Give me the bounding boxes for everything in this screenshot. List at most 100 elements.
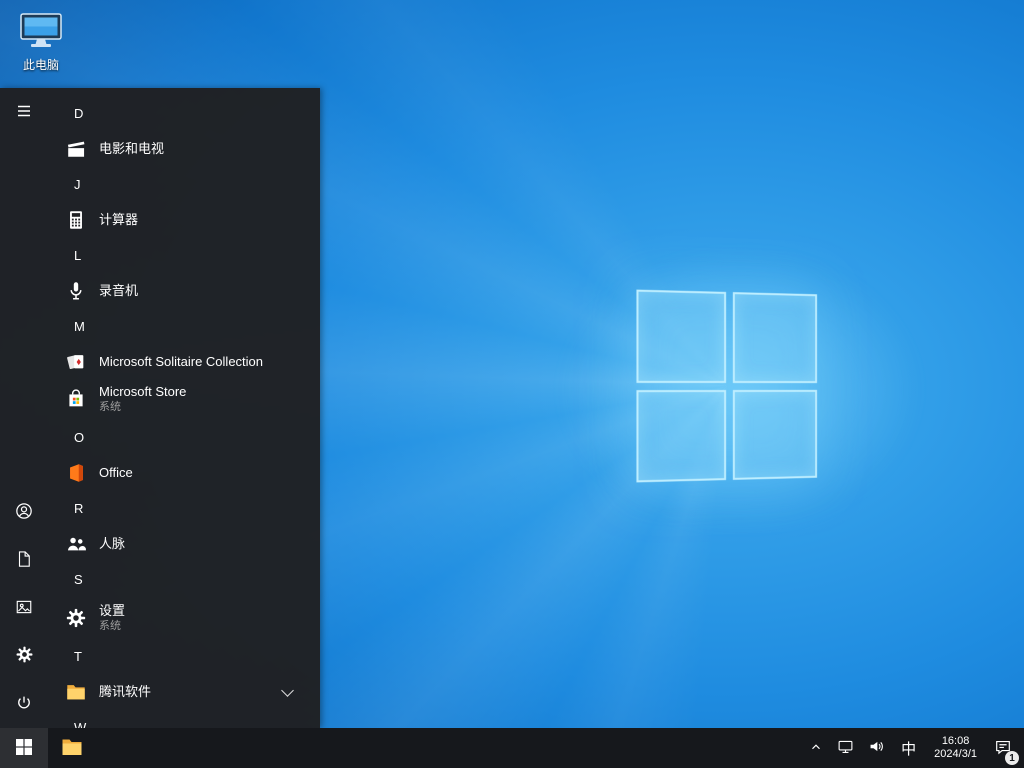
folder-icon — [60, 735, 84, 762]
notification-badge: 1 — [1005, 751, 1019, 765]
network-button[interactable] — [830, 728, 861, 768]
section-letter-label: W — [74, 720, 87, 728]
app-item-movies-tv[interactable]: 电影和电视 — [48, 132, 320, 166]
clock-time: 16:08 — [941, 735, 970, 747]
app-label: 腾讯软件 — [99, 683, 152, 699]
power-button[interactable] — [0, 680, 48, 728]
store-icon — [64, 387, 88, 411]
section-letter-label: M — [74, 319, 85, 334]
windows-wallpaper-logo — [636, 289, 818, 483]
pictures-icon — [15, 598, 33, 619]
start-expand-button[interactable] — [0, 88, 48, 136]
section-letter-m[interactable]: M — [48, 308, 320, 345]
section-letter-label: R — [74, 501, 84, 516]
windows-logo-icon — [16, 738, 32, 758]
section-letter-label: T — [74, 649, 82, 664]
app-text: 腾讯软件 — [99, 683, 152, 700]
gear-icon — [15, 645, 34, 667]
logo-pane — [732, 389, 818, 480]
solitaire-cards-icon — [64, 350, 88, 374]
account-button[interactable] — [0, 488, 48, 536]
volume-button[interactable] — [861, 728, 892, 768]
section-letter-label: S — [74, 572, 83, 587]
app-sublabel: 系统 — [99, 619, 121, 632]
app-text: 录音机 — [99, 282, 139, 299]
file-explorer-button[interactable] — [48, 728, 96, 768]
documents-button[interactable] — [0, 536, 48, 584]
microphone-icon — [64, 279, 88, 303]
start-menu-rail — [0, 88, 48, 728]
section-letter-label: O — [74, 430, 85, 445]
pictures-button[interactable] — [0, 584, 48, 632]
clock-date: 2024/3/1 — [934, 748, 977, 760]
action-center-button[interactable]: 1 — [986, 728, 1024, 768]
speaker-icon — [868, 738, 885, 758]
logo-pane — [636, 389, 726, 483]
section-letter-r[interactable]: R — [48, 490, 320, 527]
ime-indicator[interactable]: 中 — [892, 728, 925, 768]
app-text: 设置 系统 — [99, 602, 126, 633]
calculator-icon — [64, 208, 88, 232]
rail-bottom-group — [0, 488, 48, 728]
section-letter-w[interactable]: W — [48, 709, 320, 728]
desktop-screen: 此电脑 D 电影和电视 J 计算器 L 录音机 M Microsoft Soli… — [0, 0, 1024, 768]
app-text: 电影和电视 — [99, 140, 165, 157]
desktop-icon-label: 此电脑 — [22, 58, 59, 72]
app-label: 人脉 — [99, 535, 126, 551]
app-label: Microsoft Store — [99, 383, 187, 399]
folder-icon — [64, 680, 88, 704]
people-icon — [64, 532, 88, 556]
taskbar: 中 16:08 2024/3/1 1 — [0, 728, 1024, 768]
start-menu-app-list: D 电影和电视 J 计算器 L 录音机 M Microsoft Solitair… — [48, 88, 320, 728]
app-label: 电影和电视 — [99, 140, 165, 156]
app-item-microsoft-store[interactable]: Microsoft Store 系统 — [48, 379, 320, 419]
hidden-icons-button[interactable] — [802, 728, 830, 768]
logo-pane — [732, 292, 818, 383]
section-letter-j[interactable]: J — [48, 166, 320, 203]
app-text: Microsoft Solitaire Collection — [99, 353, 264, 370]
system-tray: 中 16:08 2024/3/1 1 — [802, 728, 1024, 768]
section-letter-label: L — [74, 248, 82, 263]
desktop-icon-this-pc[interactable]: 此电脑 — [8, 8, 74, 77]
chevron-up-icon — [809, 740, 823, 757]
app-label: 录音机 — [99, 282, 139, 298]
section-letter-label: J — [74, 177, 81, 192]
app-item-solitaire[interactable]: Microsoft Solitaire Collection — [48, 345, 320, 379]
app-item-tencent-folder[interactable]: 腾讯软件 — [48, 675, 320, 709]
app-item-people[interactable]: 人脉 — [48, 527, 320, 561]
app-item-office[interactable]: Office — [48, 456, 320, 490]
start-menu: D 电影和电视 J 计算器 L 录音机 M Microsoft Solitair… — [0, 88, 320, 728]
movies-tv-icon — [64, 137, 88, 161]
app-text: 计算器 — [99, 211, 139, 228]
app-text: Microsoft Store 系统 — [99, 383, 187, 414]
app-item-settings[interactable]: 设置 系统 — [48, 598, 320, 638]
power-icon — [15, 694, 33, 715]
office-icon — [64, 461, 88, 485]
gear-icon — [64, 606, 88, 630]
app-text: 人脉 — [99, 535, 126, 552]
app-item-voice-recorder[interactable]: 录音机 — [48, 274, 320, 308]
logo-pane — [636, 289, 726, 383]
app-text: Office — [99, 464, 133, 481]
section-letter-d[interactable]: D — [48, 95, 320, 132]
section-letter-o[interactable]: O — [48, 419, 320, 456]
section-letter-label: D — [74, 106, 84, 121]
section-letter-t[interactable]: T — [48, 638, 320, 675]
app-label: Microsoft Solitaire Collection — [99, 353, 264, 369]
app-label: Office — [99, 464, 133, 480]
settings-button[interactable] — [0, 632, 48, 680]
section-letter-l[interactable]: L — [48, 237, 320, 274]
app-label: 设置 — [99, 602, 126, 618]
hamburger-icon — [15, 102, 33, 123]
app-item-calculator[interactable]: 计算器 — [48, 203, 320, 237]
taskbar-clock[interactable]: 16:08 2024/3/1 — [925, 728, 986, 768]
document-icon — [15, 550, 33, 571]
computer-monitor-icon — [19, 12, 63, 53]
chevron-down-icon[interactable] — [281, 683, 294, 697]
app-label: 计算器 — [99, 211, 139, 227]
network-icon — [837, 738, 854, 758]
section-letter-s[interactable]: S — [48, 561, 320, 598]
start-button[interactable] — [0, 728, 48, 768]
user-icon — [14, 501, 34, 524]
app-sublabel: 系统 — [99, 400, 121, 413]
